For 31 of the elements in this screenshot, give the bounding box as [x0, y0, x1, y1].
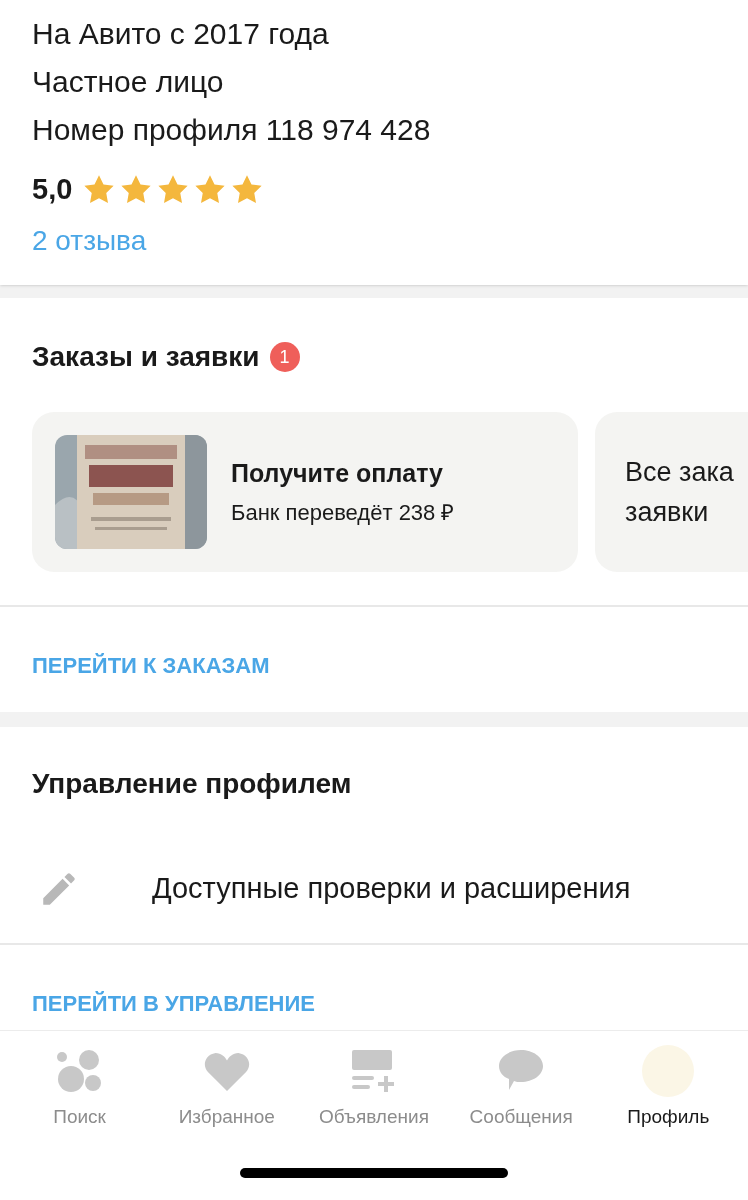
star-icon [84, 175, 115, 205]
bubbles-icon [56, 1050, 103, 1092]
profile-info-text: На Авито с 2017 года [32, 16, 330, 52]
card-subtitle: Банк переведёт 238 ₽ [231, 499, 455, 528]
nav-tab[interactable]: Профиль [595, 1045, 742, 1132]
card-title: Получите оплату [231, 457, 444, 489]
star-icon [121, 175, 152, 205]
add-list-icon [351, 1050, 396, 1092]
nav-tab[interactable]: Сообщения [448, 1045, 595, 1132]
star-icon [195, 175, 226, 205]
profile-info-text: Частное лицо [32, 64, 225, 100]
rating-value: 5,0 [32, 172, 73, 207]
reviews-link[interactable]: 2 отзыва [32, 219, 147, 262]
section-title: Заказы и заявки [32, 340, 260, 374]
menu-item[interactable]: Доступные проверки и расширения [0, 867, 748, 911]
profile-info-text: Номер профиля 118 974 428 [32, 112, 432, 148]
orders-link[interactable]: ПЕРЕЙТИ К ЗАКАЗАМ [0, 649, 302, 682]
management-link[interactable]: ПЕРЕЙТИ В УПРАВЛЕНИЕ [0, 986, 347, 1020]
order-card[interactable]: Получите оплату Банк переведёт 238 ₽ [32, 412, 578, 572]
card-text: Все зака [625, 456, 735, 489]
notification-badge: 1 [269, 342, 300, 372]
card-text: заявки [625, 496, 710, 529]
nav-tab[interactable]: Поиск [6, 1045, 153, 1132]
all-orders-card[interactable]: Все зака заявки [595, 412, 748, 572]
nav-tab[interactable]: Объявления [300, 1045, 447, 1132]
star-icon [158, 175, 189, 205]
section-title: Управление профилем [31, 767, 353, 801]
chat-bubble-icon [498, 1050, 545, 1092]
star-icon [232, 175, 263, 205]
nav-tab[interactable]: Избранное [153, 1045, 300, 1132]
heart-icon [203, 1051, 250, 1091]
